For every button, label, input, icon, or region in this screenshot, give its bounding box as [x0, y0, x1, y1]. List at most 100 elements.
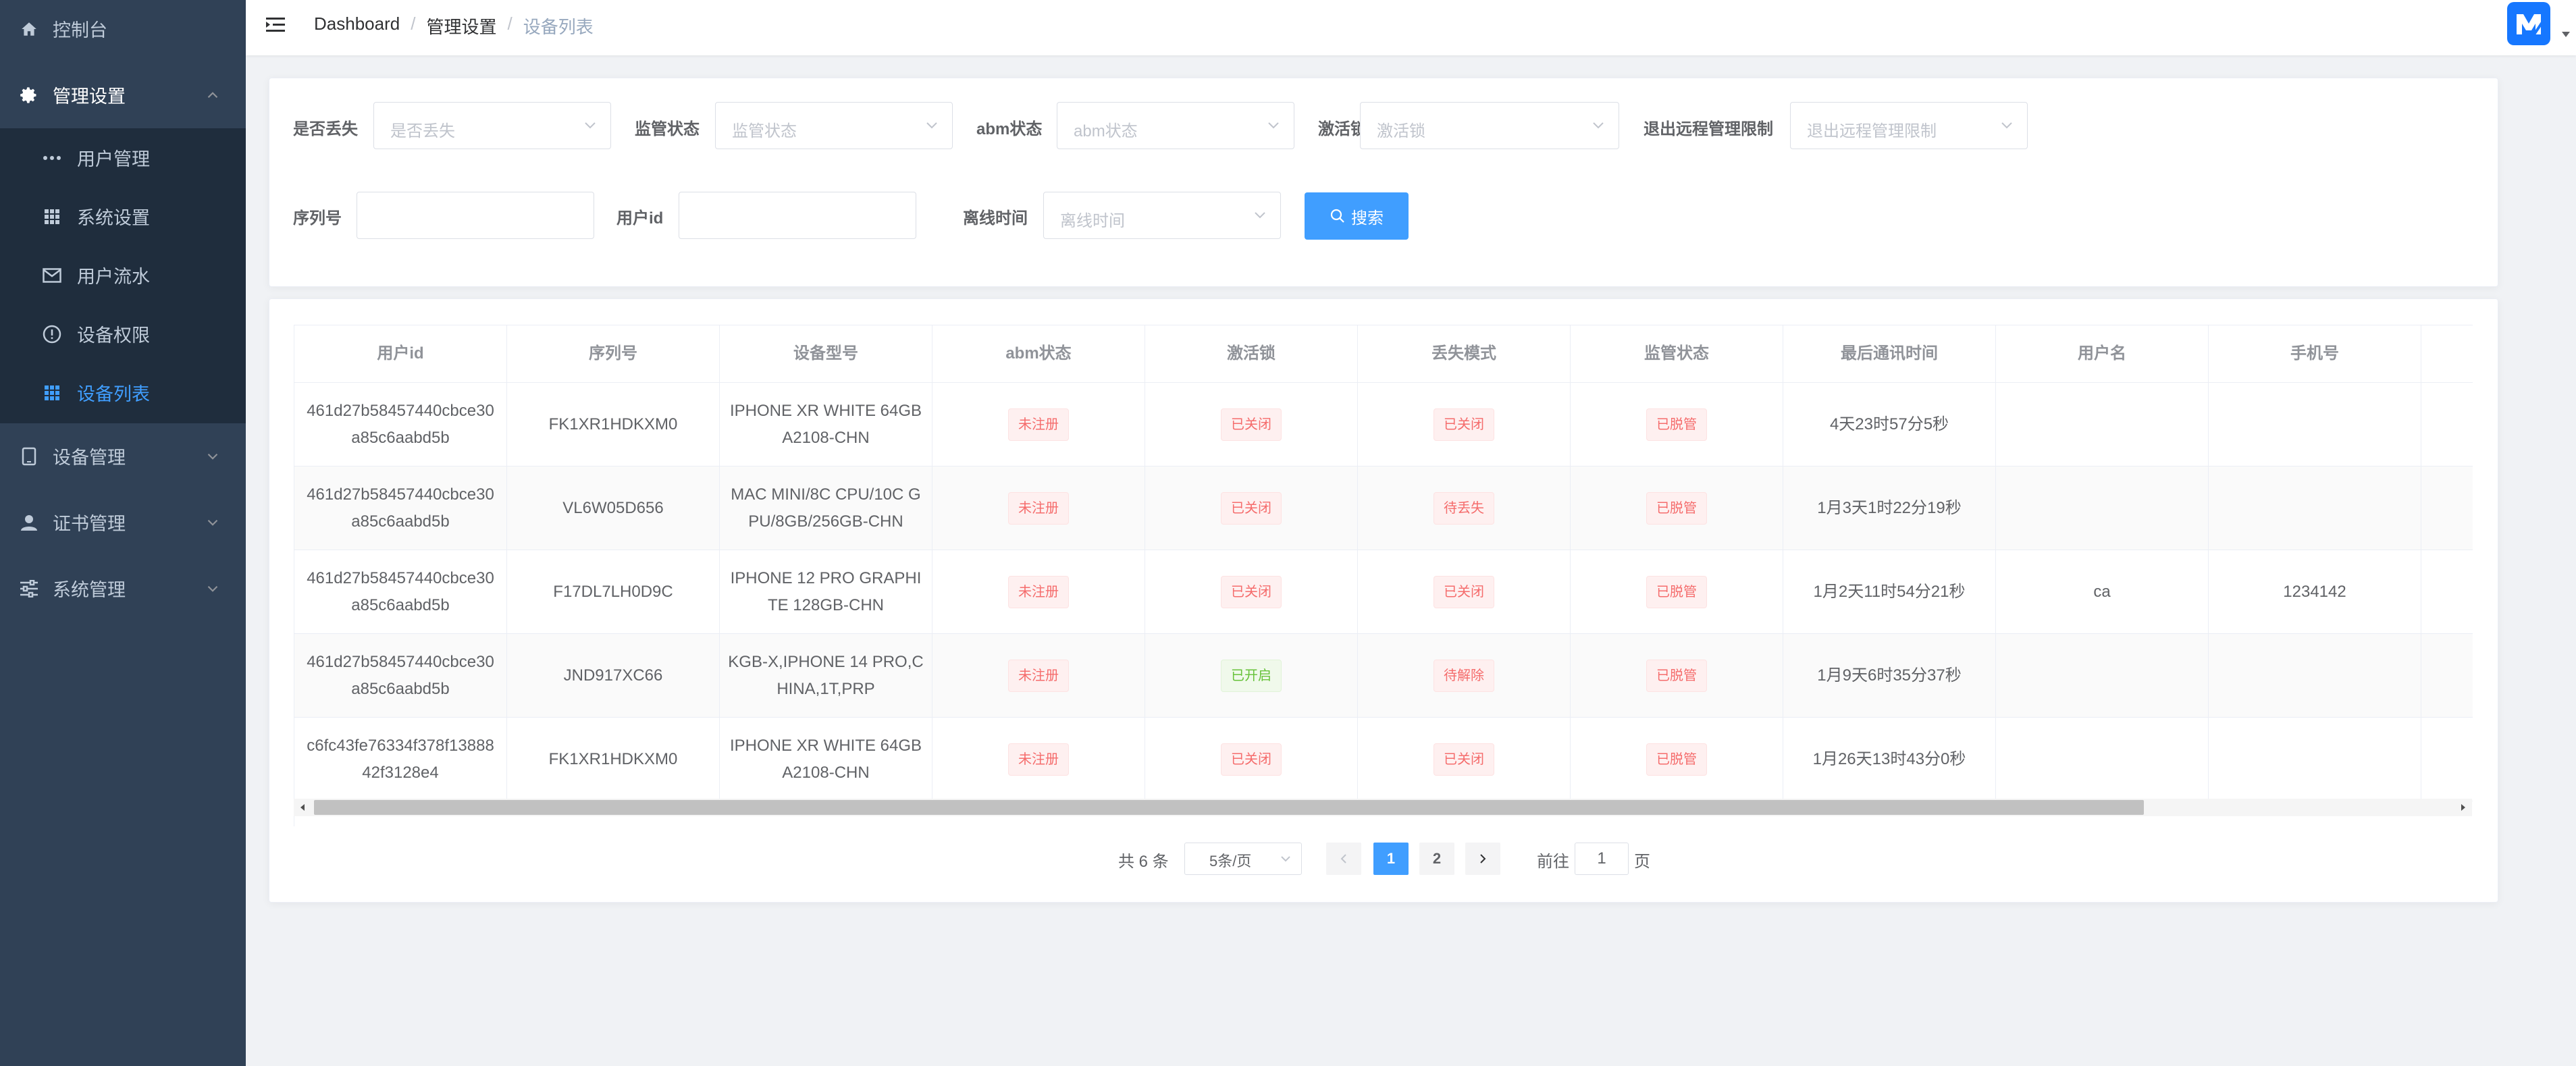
- activation-lock-select-placeholder: 激活锁: [1377, 122, 1425, 140]
- cell-user-id: 461d27b58457440cbce30a85c6aabd5b: [294, 383, 507, 467]
- prev-page-button[interactable]: [1326, 843, 1361, 875]
- user-id-input[interactable]: [679, 192, 916, 239]
- search-button[interactable]: 搜索: [1305, 192, 1409, 240]
- breadcrumb: Dashboard / 管理设置 / 设备列表: [314, 14, 594, 38]
- cell-lost-mode: 已关闭: [1358, 550, 1571, 634]
- lost-mode-tag: 待解除: [1434, 659, 1494, 692]
- cell-phone: [2209, 383, 2421, 467]
- mail-icon: [42, 265, 62, 286]
- cell-activation-lock: 已关闭: [1145, 550, 1358, 634]
- chevron-left-icon: [1340, 854, 1346, 863]
- column-header-last-comm: 最后通讯时间: [1783, 325, 1996, 383]
- cell-serial: FK1XR1HDKXM0: [507, 718, 720, 801]
- pagination-total: 共 6 条: [1118, 853, 1169, 871]
- offline-time-select-placeholder: 离线时间: [1060, 212, 1125, 230]
- abm-select[interactable]: abm状态: [1057, 102, 1294, 149]
- cell-supervise: 已脱管: [1571, 550, 1783, 634]
- chevron-down-icon: [207, 585, 218, 592]
- page-size-select[interactable]: 5条/页: [1184, 843, 1302, 875]
- sidebar: 控制台 管理设置 用户管理 系统设置 用户流水 设备权限 设备列表 设备管理 证…: [0, 0, 246, 1066]
- column-header-model: 设备型号: [720, 325, 932, 383]
- table-row[interactable]: 461d27b58457440cbce30a85c6aabd5b F17DL7L…: [294, 550, 2473, 634]
- page-button-2[interactable]: 2: [1419, 843, 1454, 875]
- supervise-select[interactable]: 监管状态: [715, 102, 953, 149]
- sidebar-subitem-device-list[interactable]: 设备列表: [0, 363, 246, 422]
- sidebar-subitem-label: 系统设置: [77, 208, 150, 228]
- cell-model: IPHONE XR WHITE 64GB A2108-CHN: [720, 383, 932, 467]
- avatar[interactable]: [2507, 2, 2550, 45]
- supervise-status-tag: 已脱管: [1646, 575, 1707, 608]
- cell-model: IPHONE XR WHITE 64GB A2108-CHN: [720, 718, 932, 801]
- cell-user-id: c6fc43fe76334f378f1388842f3128e4: [294, 718, 507, 801]
- scroll-right-arrow-icon[interactable]: [2454, 799, 2472, 816]
- cell-more: [2421, 634, 2473, 718]
- cell-abm: 未注册: [932, 718, 1145, 801]
- page-button-1[interactable]: 1: [1373, 843, 1409, 875]
- goto-label: 前往: [1537, 853, 1569, 871]
- activation-lock-tag: 已关闭: [1221, 491, 1282, 525]
- table-row[interactable]: 461d27b58457440cbce30a85c6aabd5b VL6W05D…: [294, 467, 2473, 550]
- sidebar-item-label: 系统管理: [53, 580, 126, 600]
- hamburger-menu-icon[interactable]: [265, 14, 288, 36]
- top-navbar: Dashboard / 管理设置 / 设备列表: [246, 0, 2576, 55]
- offline-time-select[interactable]: 离线时间: [1043, 192, 1281, 239]
- lost-select-placeholder: 是否丢失: [390, 122, 455, 140]
- column-header-serial: 序列号: [507, 325, 720, 383]
- sidebar-subitem-user-flow[interactable]: 用户流水: [0, 246, 246, 304]
- cell-username: [1996, 467, 2209, 550]
- cell-model: IPHONE 12 PRO GRAPHITE 128GB-CHN: [720, 550, 932, 634]
- sidebar-item-label: 证书管理: [53, 514, 126, 534]
- sidebar-item-system-management[interactable]: 系统管理: [0, 556, 246, 621]
- cell-phone: [2209, 634, 2421, 718]
- remote-exit-select[interactable]: 退出远程管理限制: [1790, 102, 2028, 149]
- scroll-left-arrow-icon[interactable]: [294, 799, 311, 816]
- caret-down-icon[interactable]: [2561, 31, 2571, 38]
- goto-page-input[interactable]: [1575, 843, 1629, 875]
- table-row[interactable]: 461d27b58457440cbce30a85c6aabd5b FK1XR1H…: [294, 383, 2473, 467]
- sidebar-subitem-system-settings[interactable]: 系统设置: [0, 187, 246, 246]
- activation-lock-select[interactable]: 激活锁: [1360, 102, 1619, 149]
- scrollbar-thumb[interactable]: [314, 800, 2144, 815]
- horizontal-scrollbar[interactable]: [294, 799, 2472, 816]
- remote-exit-filter-label: 退出远程管理限制: [1644, 120, 1773, 138]
- abm-status-tag: 未注册: [1008, 743, 1069, 776]
- next-page-button[interactable]: [1465, 843, 1500, 875]
- table-row[interactable]: c6fc43fe76334f378f1388842f3128e4 FK1XR1H…: [294, 718, 2473, 801]
- serial-input[interactable]: [357, 192, 594, 239]
- sliders-icon: [19, 579, 39, 599]
- lost-mode-tag: 已关闭: [1434, 743, 1494, 776]
- cell-supervise: 已脱管: [1571, 634, 1783, 718]
- sidebar-item-device-management[interactable]: 设备管理: [0, 423, 246, 489]
- more-dots-icon: [42, 148, 62, 168]
- app-logo-icon: [2517, 14, 2544, 36]
- sidebar-subitem-user-management[interactable]: 用户管理: [0, 128, 246, 187]
- cell-supervise: 已脱管: [1571, 383, 1783, 467]
- lost-mode-tag: 已关闭: [1434, 408, 1494, 441]
- cell-more: [2421, 718, 2473, 801]
- sidebar-subitem-label: 用户管理: [77, 149, 150, 169]
- breadcrumb-dashboard[interactable]: Dashboard: [314, 14, 400, 38]
- abm-status-tag: 未注册: [1008, 491, 1069, 525]
- breadcrumb-management-settings[interactable]: 管理设置: [426, 14, 496, 38]
- user-id-filter-label: 用户id: [616, 209, 664, 228]
- cell-username: [1996, 383, 2209, 467]
- cell-username: ca: [1996, 550, 2209, 634]
- cell-serial: F17DL7LH0D9C: [507, 550, 720, 634]
- sidebar-subitem-device-permission[interactable]: 设备权限: [0, 304, 246, 363]
- supervise-status-tag: 已脱管: [1646, 491, 1707, 525]
- remote-exit-select-placeholder: 退出远程管理限制: [1807, 122, 1937, 140]
- activation-lock-tag: 已开启: [1221, 659, 1282, 692]
- chevron-down-icon: [1593, 122, 1604, 129]
- lost-select[interactable]: 是否丢失: [373, 102, 611, 149]
- sidebar-item-certificate-management[interactable]: 证书管理: [0, 489, 246, 555]
- cell-lost-mode: 待解除: [1358, 634, 1571, 718]
- supervise-status-tag: 已脱管: [1646, 743, 1707, 776]
- sidebar-item-management-settings[interactable]: 管理设置: [0, 62, 246, 128]
- chevron-down-icon: [926, 122, 937, 129]
- cell-last-comm: 4天23时57分5秒: [1783, 383, 1996, 467]
- search-button-label: 搜索: [1351, 209, 1384, 228]
- table-row[interactable]: 461d27b58457440cbce30a85c6aabd5b JND917X…: [294, 634, 2473, 718]
- supervise-status-tag: 已脱管: [1646, 408, 1707, 441]
- chevron-down-icon: [207, 519, 218, 526]
- sidebar-item-dashboard[interactable]: 控制台: [0, 0, 246, 61]
